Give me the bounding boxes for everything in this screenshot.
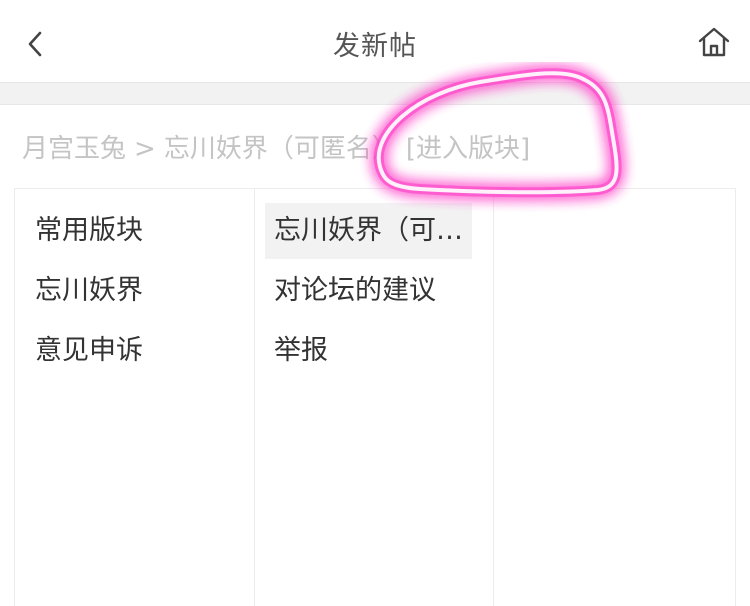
category-item-appeal[interactable]: 意见申诉 [35,323,143,379]
breadcrumb-current[interactable]: 忘川妖界（可匿名） [164,134,398,164]
subboard-item-wangchuan-anonymous[interactable]: 忘川妖界（可匿名） [265,203,472,259]
home-button[interactable] [690,20,738,64]
breadcrumb-parent[interactable]: 月宫玉兔 [22,134,126,164]
breadcrumb-separator: > [134,134,156,164]
page-title: 发新帖 [333,31,417,62]
category-item-common[interactable]: 常用版块 [35,203,143,259]
home-icon [698,27,730,57]
section-divider [0,83,750,105]
category-item-wangchuan[interactable]: 忘川妖界 [35,263,143,319]
subboard-item-suggestions[interactable]: 对论坛的建议 [265,263,472,319]
forum-subboard-column: 忘川妖界（可匿名） 对论坛的建议 举报 [255,189,494,606]
enter-forum-link[interactable]: [进入版块] [406,134,530,164]
subboard-item-report[interactable]: 举报 [265,323,472,379]
breadcrumb: 月宫玉兔 > 忘川妖界（可匿名） [进入版块] [22,128,538,165]
post-new-thread-page: 发新帖 月宫玉兔 > 忘川妖界（可匿名） [进入版块] 常用版块 忘川妖界 意见申诉 … [0,0,750,606]
top-navigation-bar: 发新帖 [0,0,750,83]
forum-selector-panel: 常用版块 忘川妖界 意见申诉 忘川妖界（可匿名） 对论坛的建议 举报 [14,188,736,606]
forum-category-column: 常用版块 忘川妖界 意见申诉 [15,189,255,606]
forum-third-column [494,189,735,606]
